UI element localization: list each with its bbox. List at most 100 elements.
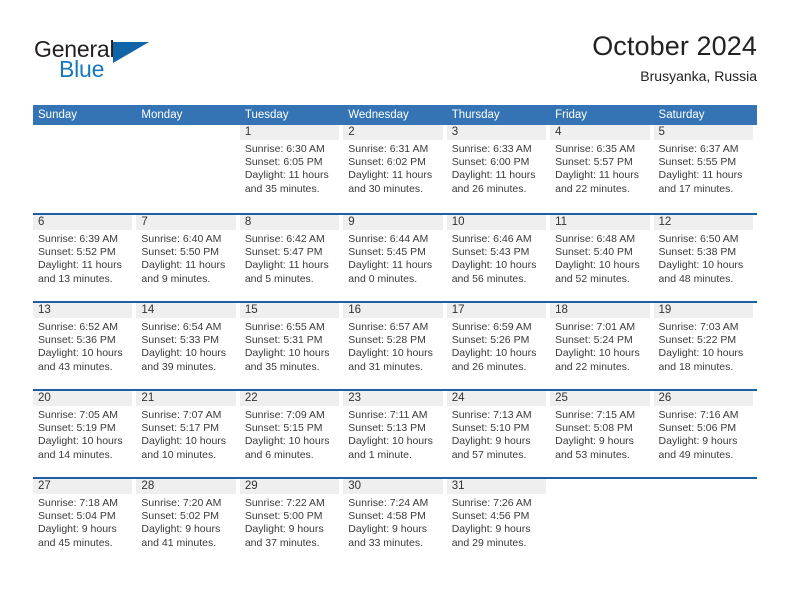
day-info-line: and 48 minutes.	[658, 272, 734, 285]
calendar-day-cell[interactable]: 27 Sunrise: 7:18 AM Sunset: 5:04 PM Dayligh…	[33, 479, 136, 565]
calendar-day-cell[interactable]: 26 Sunrise: 7:16 AM Sunset: 5:06 PM Dayligh…	[653, 391, 757, 477]
calendar-day-cell[interactable]: 4 Sunrise: 6:35 AM Sunset: 5:57 PM Daylight…	[550, 125, 653, 213]
calendar-weeks: 1 Sunrise: 6:30 AM Sunset: 6:05 PM Daylight…	[33, 125, 757, 565]
day-number	[136, 125, 235, 140]
weekday-header-thursday: Thursday	[451, 109, 500, 121]
day-info-line: Daylight: 11 hours	[658, 169, 743, 182]
day-info-line: and 41 minutes.	[141, 536, 217, 549]
calendar-day-cell[interactable]: 16 Sunrise: 6:57 AM Sunset: 5:28 PM Dayligh…	[343, 303, 446, 389]
day-info-line: Daylight: 10 hours	[348, 347, 433, 360]
page-title: October 2024	[592, 31, 757, 61]
day-number: 15	[239, 303, 340, 318]
day-info-line: Sunrise: 6:42 AM	[244, 233, 325, 245]
calendar-day-cell[interactable]: 24 Sunrise: 7:13 AM Sunset: 5:10 PM Dayligh…	[446, 391, 550, 477]
calendar-day-cell[interactable]: 30 Sunrise: 7:24 AM Sunset: 4:58 PM Dayligh…	[343, 479, 446, 565]
calendar-day-cell[interactable]: 23 Sunrise: 7:11 AM Sunset: 5:13 PM Dayligh…	[343, 391, 446, 477]
calendar-day-cell[interactable]: 13 Sunrise: 6:52 AM Sunset: 5:36 PM Dayligh…	[33, 303, 136, 389]
day-info-line: Sunset: 5:17 PM	[141, 422, 220, 435]
title-block: October 2024 Brusyanka, Russia	[592, 30, 757, 86]
calendar-week-row: 6 Sunrise: 6:39 AM Sunset: 5:52 PM Daylight…	[33, 213, 757, 301]
day-info-line: Sunrise: 7:01 AM	[555, 321, 636, 333]
day-number: 6	[33, 215, 133, 230]
day-info-line: Daylight: 10 hours	[658, 347, 744, 360]
day-sun-info: Sunrise: 6:39 AM Sunset: 5:52 PM Daylight:…	[33, 230, 132, 286]
day-info-line: Sunrise: 7:16 AM	[658, 409, 739, 421]
calendar-day-cell[interactable]: 3 Sunrise: 6:33 AM Sunset: 6:00 PM Daylight…	[446, 125, 550, 213]
calendar-day-cell-empty	[33, 125, 136, 213]
day-number: 11	[550, 215, 650, 230]
day-info-line: and 53 minutes.	[555, 448, 630, 461]
calendar-grid: Sunday Monday Tuesday Wednesday Thursday Frid…	[33, 105, 757, 565]
day-sun-info: Sunrise: 7:20 AM Sunset: 5:02 PM Daylight:…	[136, 494, 235, 550]
day-sun-info: Sunrise: 7:05 AM Sunset: 5:19 PM Daylight:…	[33, 406, 132, 462]
day-info-line: Sunset: 6:02 PM	[348, 156, 426, 169]
calendar-day-cell[interactable]: 31 Sunrise: 7:26 AM Sunset: 4:56 PM Dayligh…	[446, 479, 550, 565]
calendar-day-cell[interactable]: 19 Sunrise: 7:03 AM Sunset: 5:22 PM Dayligh…	[653, 303, 757, 389]
day-info-line: Sunrise: 6:48 AM	[555, 233, 636, 245]
day-sun-info: Sunrise: 7:16 AM Sunset: 5:06 PM Daylight:…	[654, 406, 753, 462]
calendar-day-cell[interactable]: 17 Sunrise: 6:59 AM Sunset: 5:26 PM Dayligh…	[446, 303, 550, 389]
day-info-line: and 57 minutes.	[451, 448, 527, 461]
calendar-week-row: 1 Sunrise: 6:30 AM Sunset: 6:05 PM Daylight…	[33, 125, 757, 213]
day-number: 14	[136, 303, 236, 318]
calendar-day-cell[interactable]: 10 Sunrise: 6:46 AM Sunset: 5:43 PM Dayligh…	[446, 215, 550, 301]
calendar-day-cell[interactable]: 1 Sunrise: 6:30 AM Sunset: 6:05 PM Daylight…	[239, 125, 343, 213]
day-info-line: Sunrise: 6:44 AM	[348, 233, 429, 245]
day-info-line: and 35 minutes.	[244, 182, 320, 195]
day-sun-info	[550, 494, 649, 497]
day-sun-info: Sunrise: 7:26 AM Sunset: 4:56 PM Daylight:…	[447, 494, 546, 550]
day-info-line: Sunset: 5:28 PM	[348, 334, 426, 347]
day-info-line: Sunset: 5:38 PM	[658, 246, 737, 259]
day-number	[654, 479, 753, 494]
calendar-day-cell[interactable]: 15 Sunrise: 6:55 AM Sunset: 5:31 PM Dayligh…	[239, 303, 343, 389]
day-info-line: Sunset: 5:08 PM	[555, 422, 633, 435]
day-info-line: Sunrise: 7:24 AM	[348, 497, 429, 509]
calendar-day-cell[interactable]: 2 Sunrise: 6:31 AM Sunset: 6:02 PM Daylight…	[343, 125, 446, 213]
calendar-day-cell[interactable]: 21 Sunrise: 7:07 AM Sunset: 5:17 PM Dayligh…	[136, 391, 239, 477]
day-info-line: Sunset: 5:33 PM	[141, 334, 220, 347]
day-info-line: and 26 minutes.	[451, 360, 527, 373]
calendar-day-cell[interactable]: 20 Sunrise: 7:05 AM Sunset: 5:19 PM Dayligh…	[33, 391, 136, 477]
day-info-line: Sunset: 5:31 PM	[244, 334, 323, 347]
calendar-day-cell[interactable]: 29 Sunrise: 7:22 AM Sunset: 5:00 PM Dayligh…	[239, 479, 343, 565]
day-info-line: Daylight: 9 hours	[141, 523, 221, 536]
day-info-line: Daylight: 10 hours	[244, 435, 330, 448]
calendar-day-cell[interactable]: 14 Sunrise: 6:54 AM Sunset: 5:33 PM Dayligh…	[136, 303, 239, 389]
day-sun-info: Sunrise: 7:22 AM Sunset: 5:00 PM Daylight:…	[240, 494, 339, 550]
calendar-day-cell[interactable]: 25 Sunrise: 7:15 AM Sunset: 5:08 PM Dayligh…	[550, 391, 653, 477]
day-sun-info: Sunrise: 6:50 AM Sunset: 5:38 PM Daylight:…	[654, 230, 753, 286]
calendar-day-cell[interactable]: 22 Sunrise: 7:09 AM Sunset: 5:15 PM Dayligh…	[239, 391, 343, 477]
calendar-day-cell-empty	[136, 125, 239, 213]
day-sun-info: Sunrise: 6:55 AM Sunset: 5:31 PM Daylight:…	[240, 318, 339, 374]
calendar-day-cell[interactable]: 28 Sunrise: 7:20 AM Sunset: 5:02 PM Dayligh…	[136, 479, 239, 565]
day-info-line: Daylight: 10 hours	[244, 347, 330, 360]
day-info-line: Sunset: 5:19 PM	[38, 422, 116, 435]
day-info-line: Sunset: 5:02 PM	[141, 510, 220, 523]
day-number: 19	[653, 303, 753, 318]
day-number: 7	[136, 215, 236, 230]
general-blue-logo[interactable]: General Blue	[33, 36, 233, 92]
calendar-day-cell[interactable]: 7 Sunrise: 6:40 AM Sunset: 5:50 PM Daylight…	[136, 215, 239, 301]
day-sun-info	[33, 140, 132, 143]
day-sun-info: Sunrise: 6:42 AM Sunset: 5:47 PM Daylight:…	[240, 230, 339, 286]
calendar-day-cell[interactable]: 8 Sunrise: 6:42 AM Sunset: 5:47 PM Daylight…	[239, 215, 343, 301]
day-info-line: and 29 minutes.	[451, 536, 527, 549]
day-info-line: Daylight: 9 hours	[451, 523, 531, 536]
day-info-line: Sunrise: 6:40 AM	[141, 233, 222, 245]
day-number: 26	[653, 391, 753, 406]
day-info-line: Daylight: 11 hours	[244, 259, 329, 272]
day-info-line: Sunset: 5:15 PM	[244, 422, 323, 435]
calendar-day-cell[interactable]: 5 Sunrise: 6:37 AM Sunset: 5:55 PM Daylight…	[653, 125, 757, 213]
calendar-day-cell[interactable]: 12 Sunrise: 6:50 AM Sunset: 5:38 PM Dayligh…	[653, 215, 757, 301]
day-number: 30	[343, 479, 443, 494]
calendar-day-cell[interactable]: 9 Sunrise: 6:44 AM Sunset: 5:45 PM Daylight…	[343, 215, 446, 301]
day-sun-info: Sunrise: 7:15 AM Sunset: 5:08 PM Daylight:…	[550, 406, 649, 462]
calendar-day-cell[interactable]: 11 Sunrise: 6:48 AM Sunset: 5:40 PM Dayligh…	[550, 215, 653, 301]
day-sun-info: Sunrise: 6:48 AM Sunset: 5:40 PM Daylight:…	[550, 230, 649, 286]
day-info-line: Sunrise: 7:05 AM	[38, 409, 118, 421]
calendar-day-cell[interactable]: 18 Sunrise: 7:01 AM Sunset: 5:24 PM Dayligh…	[550, 303, 653, 389]
calendar-week-row: 13 Sunrise: 6:52 AM Sunset: 5:36 PM Dayligh…	[33, 301, 757, 389]
calendar-day-cell[interactable]: 6 Sunrise: 6:39 AM Sunset: 5:52 PM Daylight…	[33, 215, 136, 301]
day-info-line: Sunrise: 6:35 AM	[555, 143, 636, 155]
day-info-line: and 22 minutes.	[555, 182, 630, 195]
